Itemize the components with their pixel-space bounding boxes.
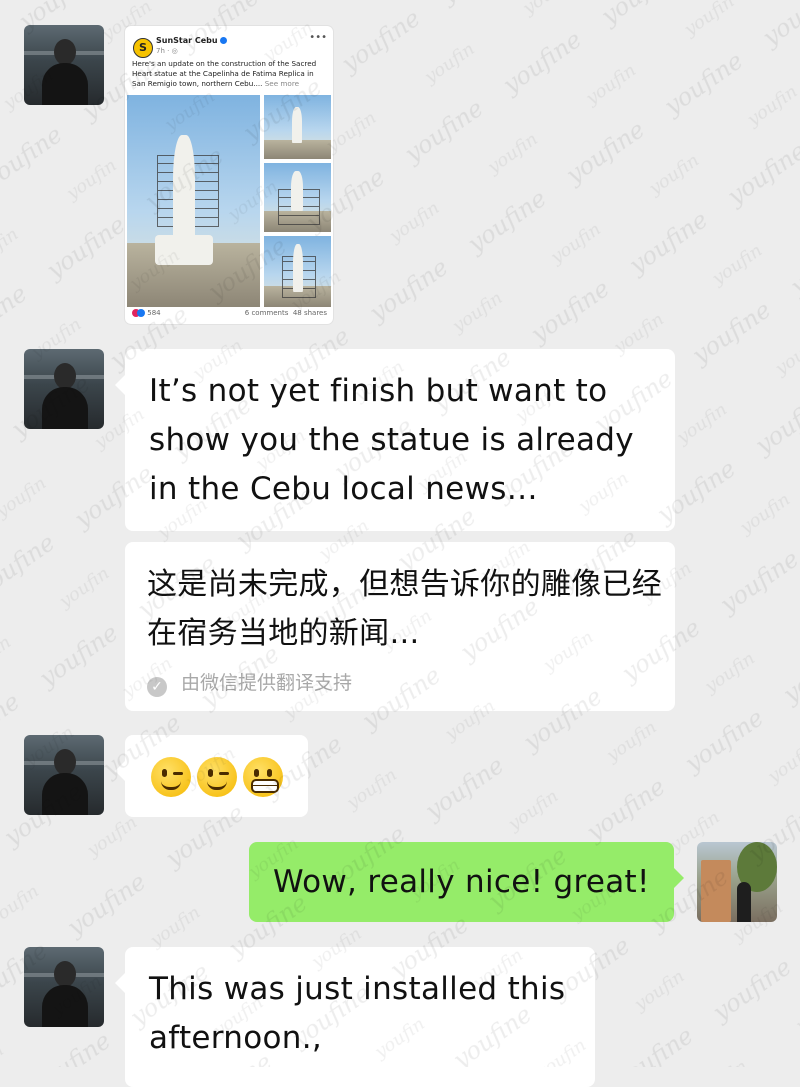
message-text: It’s not yet finish but want to show you… — [149, 373, 634, 507]
message-text: Wow, really nice! great! — [273, 864, 650, 900]
avatar-head — [54, 39, 76, 65]
verified-badge-icon — [219, 37, 227, 44]
translation-bubble[interactable]: 这是尚未完成，但想告诉你的雕像已经在宿务当地的新闻… ✓ 由微信提供翻译支持 — [125, 542, 675, 711]
shares-count[interactable]: 48 shares — [293, 309, 327, 317]
translation-text: 这是尚未完成，但想告诉你的雕像已经在宿务当地的新闻… — [147, 567, 663, 651]
avatar-body — [42, 985, 88, 1027]
post-photo-3[interactable] — [264, 236, 331, 307]
like-reaction-icon — [137, 309, 145, 317]
avatar-body — [42, 387, 88, 429]
post-photo-main[interactable] — [127, 95, 260, 307]
post-source-name: SunStar Cebu — [156, 36, 218, 45]
post-caption: Here's an update on the construction of … — [132, 59, 328, 89]
avatar-person — [737, 882, 751, 922]
message-bubble[interactable]: It’s not yet finish but want to show you… — [115, 349, 675, 531]
check-icon: ✓ — [147, 677, 167, 697]
translation-note: ✓ 由微信提供翻译支持 — [147, 668, 352, 697]
post-time-text: 7h · — [156, 47, 170, 55]
translation-note-text: 由微信提供翻译支持 — [181, 672, 353, 694]
winking-face-icon — [151, 757, 191, 797]
avatar-body — [42, 773, 88, 815]
grimacing-face-icon — [243, 757, 283, 797]
sunstar-logo-icon: S — [133, 38, 153, 58]
post-engagement: 6 comments 48 shares — [245, 309, 327, 317]
avatar-building — [701, 860, 731, 922]
post-photo-2[interactable] — [264, 163, 331, 232]
avatar-head — [54, 749, 76, 775]
avatar-head — [54, 961, 76, 987]
contact-avatar[interactable] — [24, 947, 104, 1027]
message-bubble[interactable]: This was just installed this afternoon., — [115, 947, 595, 1087]
avatar-body — [42, 63, 88, 105]
user-avatar[interactable] — [697, 842, 777, 922]
comments-count[interactable]: 6 comments — [245, 309, 289, 317]
post-source: SunStar Cebu — [156, 36, 227, 45]
contact-avatar[interactable] — [24, 349, 104, 429]
outgoing-message-bubble[interactable]: Wow, really nice! great! — [249, 842, 684, 922]
more-options-icon[interactable]: ••• — [309, 32, 327, 43]
globe-icon: ◎ — [171, 47, 178, 55]
message-bubble[interactable] — [115, 735, 308, 817]
reaction-count: 584 — [147, 309, 161, 317]
post-photo-1[interactable] — [264, 95, 331, 159]
contact-avatar[interactable] — [24, 735, 104, 815]
post-reactions[interactable]: 584 — [132, 309, 161, 317]
shared-post-card[interactable]: S SunStar Cebu 7h · ◎ ••• Here's an upda… — [125, 26, 333, 324]
see-more-link[interactable]: See more — [265, 79, 299, 88]
winking-face-icon — [197, 757, 237, 797]
message-text: This was just installed this afternoon., — [149, 971, 566, 1056]
post-time: 7h · ◎ — [156, 47, 178, 55]
contact-avatar[interactable] — [24, 25, 104, 105]
avatar-head — [54, 363, 76, 389]
